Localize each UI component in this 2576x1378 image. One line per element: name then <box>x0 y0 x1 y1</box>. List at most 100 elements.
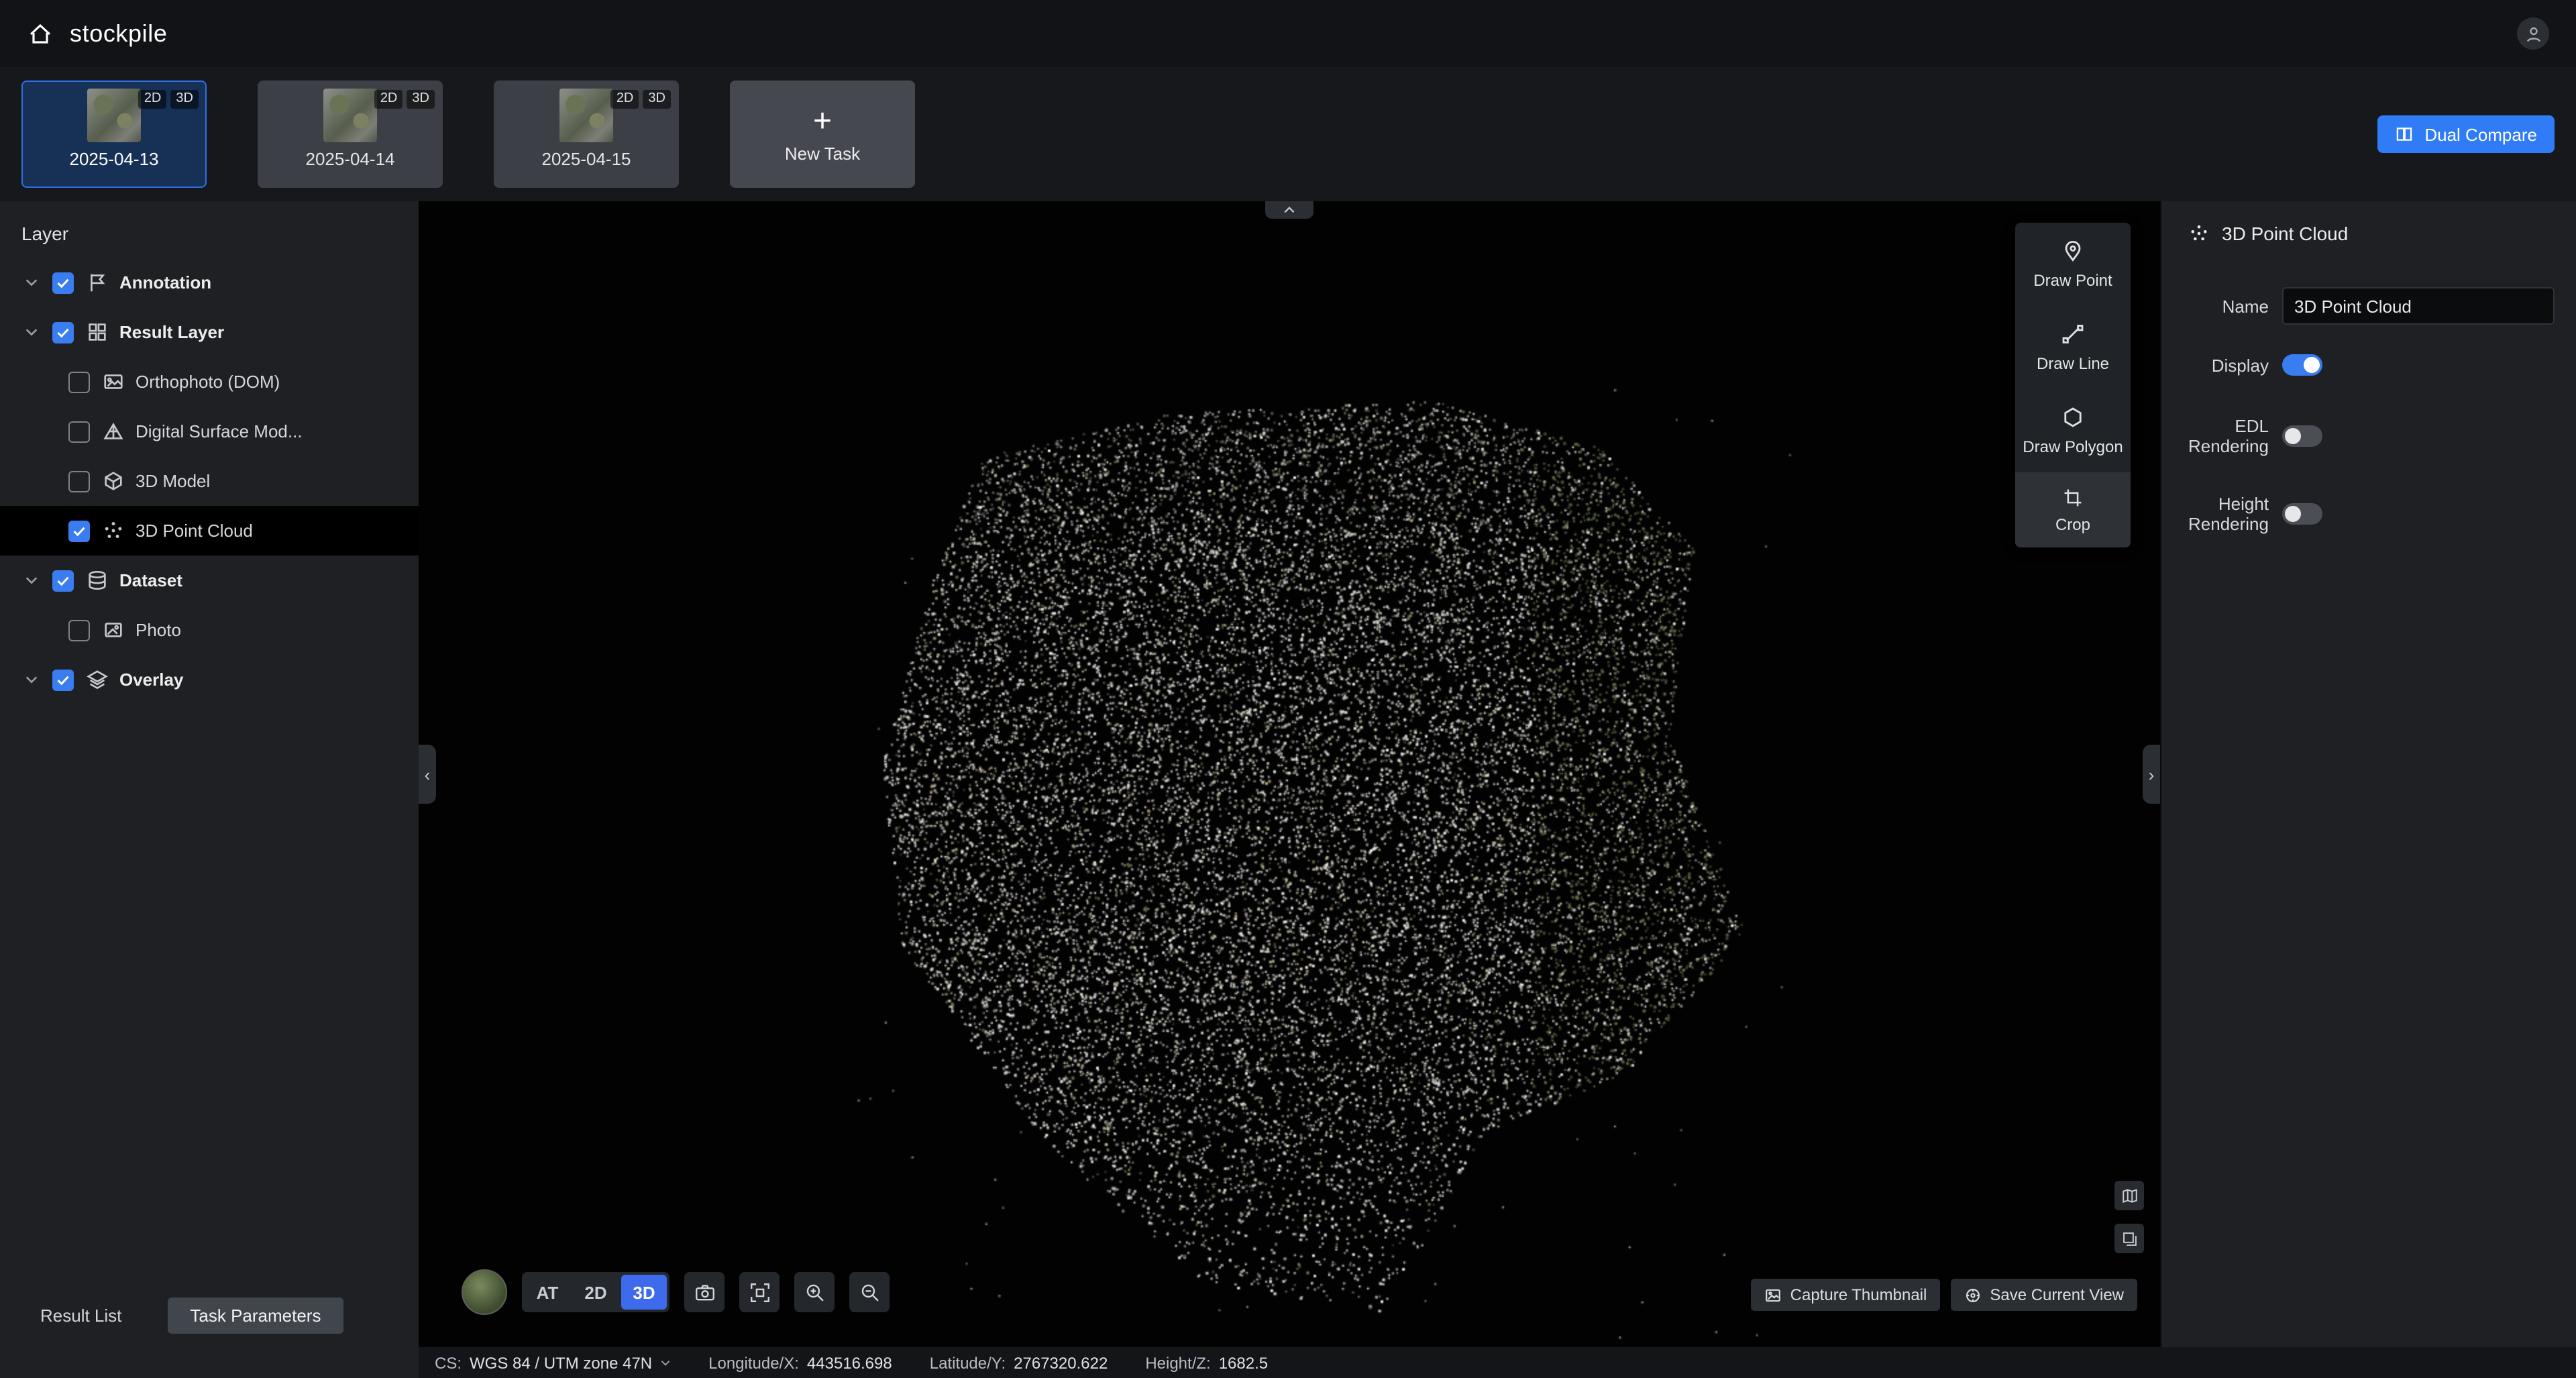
draw-polygon-button[interactable]: Draw Polygon <box>2015 389 2131 472</box>
minimap-globe[interactable] <box>462 1269 507 1315</box>
task-card-2025-04-14[interactable]: 2D 3D 2025-04-14 <box>258 81 443 188</box>
chevron-down-icon[interactable] <box>24 275 43 290</box>
layer-label: Result Layer <box>119 322 224 342</box>
display-toggle[interactable] <box>2282 354 2322 376</box>
task-thumbnail <box>87 89 141 142</box>
layer-row-annotation[interactable]: Annotation <box>0 258 419 307</box>
layer-row-photo[interactable]: Photo <box>0 605 419 655</box>
main-area: Layer Annotation Result Layer Orthophoto… <box>0 201 2576 1347</box>
pin-icon <box>2061 239 2085 263</box>
mode-at-button[interactable]: AT <box>525 1275 570 1310</box>
inspector-header: 3D Point Cloud <box>2161 201 2576 258</box>
collapse-right-handle[interactable]: › <box>2143 745 2160 804</box>
image-icon <box>1765 1286 1782 1304</box>
checkbox-checked[interactable] <box>52 669 74 690</box>
edl-rendering-toggle[interactable] <box>2282 425 2322 447</box>
layers-icon <box>86 668 109 691</box>
tab-result-list[interactable]: Result List <box>40 1306 121 1326</box>
point-cloud-render[interactable] <box>419 201 2160 1342</box>
map-icon <box>2121 1187 2138 1204</box>
chevron-down-icon[interactable] <box>660 1359 671 1367</box>
crop-button[interactable]: Crop <box>2015 472 2131 547</box>
longitude-readout: Longitude/X: 443516.698 <box>708 1353 892 1372</box>
app-title: stockpile <box>70 19 167 48</box>
layer-row-overlay[interactable]: Overlay <box>0 655 419 704</box>
layer-row-dsm[interactable]: Digital Surface Mod... <box>0 407 419 456</box>
draw-polygon-label: Draw Polygon <box>2023 437 2123 456</box>
badge-2d: 2D <box>375 90 403 109</box>
layer-row-result-layer[interactable]: Result Layer <box>0 307 419 357</box>
terrain-icon <box>102 420 125 443</box>
save-view-icon <box>1964 1286 1982 1304</box>
cs-label: CS: <box>435 1353 462 1372</box>
checkbox-unchecked[interactable] <box>68 470 90 492</box>
inspector-panel: 3D Point Cloud Name Display EDL Renderin… <box>2160 201 2576 1347</box>
point-cloud-icon <box>2188 223 2210 244</box>
name-input[interactable] <box>2282 287 2555 325</box>
user-avatar-icon[interactable] <box>2517 17 2549 50</box>
basemap-toggle-button[interactable] <box>2114 1181 2144 1210</box>
point-cloud-icon <box>102 519 125 542</box>
checkbox-checked[interactable] <box>52 321 74 343</box>
checkbox-unchecked[interactable] <box>68 421 90 442</box>
layer-row-orthophoto[interactable]: Orthophoto (DOM) <box>0 357 419 407</box>
draw-toolbar: Draw Point Draw Line Draw Polygon Crop <box>2015 223 2131 547</box>
task-card-2025-04-15[interactable]: 2D 3D 2025-04-15 <box>494 81 679 188</box>
task-card-2025-04-13[interactable]: 2D 3D 2025-04-13 <box>21 81 207 188</box>
layer-label: Photo <box>136 620 181 640</box>
height-value: 1682.5 <box>1219 1353 1268 1372</box>
coordinate-system[interactable]: CS: WGS 84 / UTM zone 47N <box>435 1353 671 1372</box>
checkbox-checked[interactable] <box>68 520 90 541</box>
collapse-top-handle[interactable] <box>1265 201 1313 219</box>
top-header: stockpile <box>0 0 2576 67</box>
layer-row-3d-point-cloud[interactable]: 3D Point Cloud <box>0 506 419 555</box>
new-task-button[interactable]: + New Task <box>730 81 915 188</box>
home-icon[interactable] <box>27 20 54 47</box>
view-action-buttons: Capture Thumbnail Save Current View <box>1752 1279 2137 1311</box>
badge-3d: 3D <box>407 90 435 109</box>
edl-rendering-label: EDL Rendering <box>2161 416 2269 456</box>
viewport-3d[interactable]: ‹ › Draw Point Draw Line Draw Polygon <box>419 201 2160 1347</box>
stacked-squares-icon <box>2121 1230 2138 1247</box>
save-current-view-label: Save Current View <box>1990 1285 2124 1304</box>
display-label: Display <box>2161 355 2269 375</box>
status-bar-left-spacer <box>0 1347 419 1378</box>
layer-row-3d-model[interactable]: 3D Model <box>0 456 419 506</box>
draw-point-button[interactable]: Draw Point <box>2015 223 2131 306</box>
draw-line-button[interactable]: Draw Line <box>2015 306 2131 389</box>
task-date: 2025-04-13 <box>70 149 159 169</box>
task-badges: 2D 3D <box>611 90 671 109</box>
fit-extent-icon <box>748 1281 771 1304</box>
checkbox-checked[interactable] <box>52 272 74 293</box>
capture-thumbnail-button[interactable]: Capture Thumbnail <box>1752 1279 1941 1311</box>
save-current-view-button[interactable]: Save Current View <box>1951 1279 2137 1311</box>
draw-line-label: Draw Line <box>2037 354 2109 373</box>
mode-2d-button[interactable]: 2D <box>573 1275 619 1310</box>
task-thumbnail <box>323 89 377 142</box>
task-bar: 2D 3D 2025-04-13 2D 3D 2025-04-14 2D 3D … <box>0 67 2576 201</box>
dual-compare-button[interactable]: Dual Compare <box>2377 115 2555 153</box>
screenshot-button[interactable] <box>684 1272 724 1312</box>
layer-label: Annotation <box>119 272 211 293</box>
checkbox-unchecked[interactable] <box>68 371 90 392</box>
zoom-in-button[interactable] <box>794 1272 835 1312</box>
checkbox-unchecked[interactable] <box>68 619 90 641</box>
checkbox-checked[interactable] <box>52 570 74 591</box>
layer-row-dataset[interactable]: Dataset <box>0 555 419 605</box>
chevron-down-icon[interactable] <box>24 325 43 339</box>
image-icon <box>102 370 125 393</box>
layer-label: Dataset <box>119 570 182 590</box>
chevron-down-icon[interactable] <box>24 672 43 687</box>
height-rendering-toggle[interactable] <box>2282 503 2322 525</box>
viewport-toolbar: AT 2D 3D <box>462 1269 890 1315</box>
collapse-left-handle[interactable]: ‹ <box>419 745 436 804</box>
name-field-row: Name <box>2161 287 2576 325</box>
scene-layer-button[interactable] <box>2114 1224 2144 1253</box>
mode-3d-button[interactable]: 3D <box>621 1275 667 1310</box>
cube-icon <box>102 470 125 492</box>
zoom-out-button[interactable] <box>849 1272 890 1312</box>
bottom-tabs: Result List Task Parameters <box>0 1297 419 1334</box>
chevron-down-icon[interactable] <box>24 573 43 588</box>
fit-view-button[interactable] <box>739 1272 780 1312</box>
tab-task-parameters[interactable]: Task Parameters <box>167 1297 343 1334</box>
